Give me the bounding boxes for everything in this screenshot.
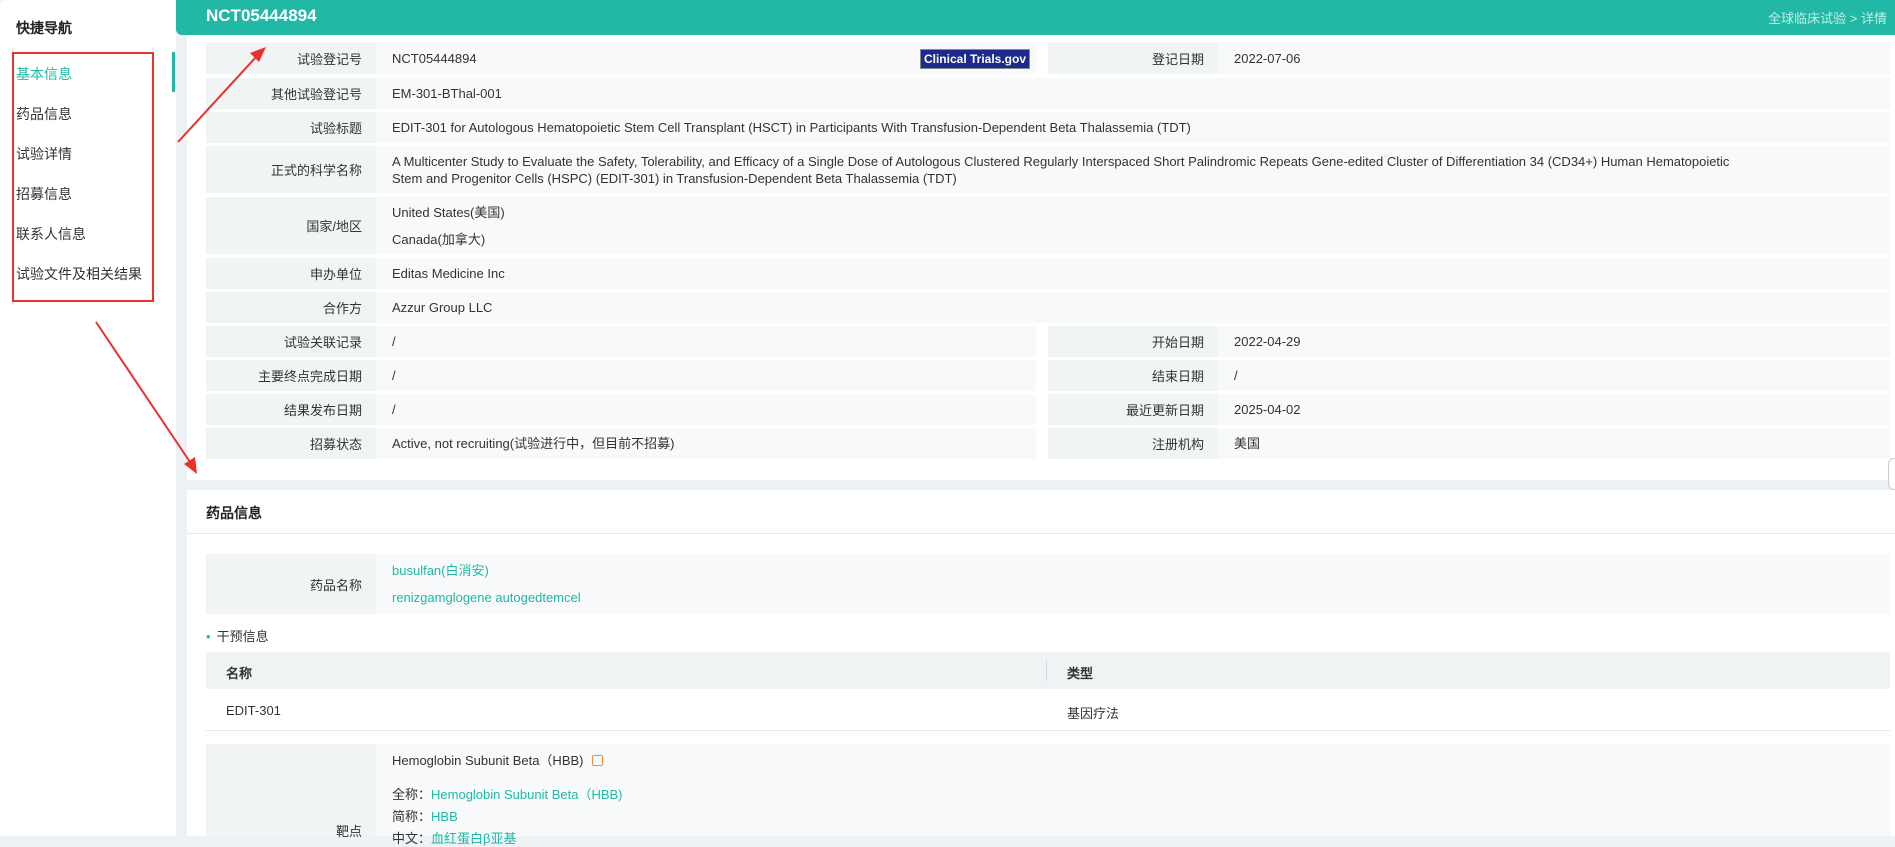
end-date-value: / [1218, 360, 1890, 391]
quick-nav-sidebar: 快捷导航 基本信息 药品信息 试验详情 招募信息 联系人信息 试验文件及相关结果 [0, 0, 176, 836]
trial-title-value: EDIT-301 for Autologous Hematopoietic St… [376, 112, 1890, 143]
cell-intervention-name: EDIT-301 [226, 703, 281, 718]
intervention-table-header: 名称 类型 [206, 652, 1890, 689]
country-us: United States(美国) [392, 204, 505, 220]
target-cn-link[interactable]: 血红蛋白β亚基 [431, 831, 516, 846]
last-update-label: 最近更新日期 [1048, 394, 1218, 425]
nav-item-recruitment-info[interactable]: 招募信息 [16, 184, 72, 204]
reg-date-label: 登记日期 [1048, 43, 1218, 74]
intervention-subtitle: • 干预信息 [206, 626, 269, 645]
country-value: United States(美国) Canada(加拿大) [376, 197, 1890, 254]
nav-item-trial-documents[interactable]: 试验文件及相关结果 [16, 264, 142, 284]
col-separator [1046, 660, 1047, 681]
sci-name-label: 正式的科学名称 [206, 146, 376, 193]
target-name-text: Hemoglobin Subunit Beta（HBB) [392, 753, 584, 768]
nav-item-contact-info[interactable]: 联系人信息 [16, 224, 86, 244]
drug-link-busulfan[interactable]: busulfan(白消安) [392, 562, 489, 579]
cell-intervention-type: 基因疗法 [1067, 706, 1120, 721]
drug-section-title: 药品信息 [206, 505, 262, 521]
registry-value: 美国 [1218, 428, 1890, 459]
side-scroll-handle[interactable] [1888, 458, 1895, 490]
result-date-label: 结果发布日期 [206, 394, 376, 425]
target-short-link[interactable]: HBB [431, 809, 458, 824]
start-date-label: 开始日期 [1048, 326, 1218, 357]
sci-name-value: A Multicenter Study to Evaluate the Safe… [376, 146, 1890, 193]
breadcrumb-current: 详情 [1860, 11, 1887, 26]
target-short-name: 简称：HBB [392, 806, 458, 825]
start-date-value: 2022-04-29 [1218, 326, 1890, 357]
breadcrumb-link-global-trials[interactable]: 全球临床试验 [1768, 11, 1846, 26]
country-canada: Canada(加拿大) [392, 231, 486, 247]
target-full-link[interactable]: Hemoglobin Subunit Beta（HBB) [431, 787, 623, 802]
related-record-label: 试验关联记录 [206, 326, 376, 357]
col-header-name: 名称 [226, 666, 253, 681]
recruit-status-label: 招募状态 [206, 428, 376, 459]
target-label-cell: 靶点 [206, 744, 376, 839]
header-bar: NCT05444894 全球临床试验 > 详情 [176, 0, 1895, 35]
page-title: NCT05444894 [206, 6, 317, 25]
nav-item-basic-info[interactable]: 基本信息 [16, 64, 72, 84]
end-date-label: 结束日期 [1048, 360, 1218, 391]
target-cn-label: 中文： [392, 831, 432, 846]
reg-no-label: 试验登记号 [206, 43, 376, 74]
result-date-value: / [376, 394, 1036, 425]
reg-date-value: 2022-07-06 [1218, 43, 1890, 74]
collaborator-value: Azzur Group LLC [376, 292, 1890, 323]
trial-title-label: 试验标题 [206, 112, 376, 143]
sci-name-line2: Stem and Progenitor Cells (HSPC) (EDIT-3… [392, 170, 957, 186]
table-row: EDIT-301 基因疗法 [206, 689, 1890, 731]
target-cn-name: 中文：血红蛋白β亚基 [392, 828, 517, 847]
intervention-subtitle-text: 干预信息 [216, 629, 269, 644]
sci-name-line1: A Multicenter Study to Evaluate the Safe… [392, 153, 1730, 169]
quick-nav-title: 快捷导航 [16, 20, 72, 36]
target-full-label: 全称： [392, 787, 432, 802]
col-header-type: 类型 [1067, 666, 1094, 681]
sponsor-label: 申办单位 [206, 258, 376, 289]
recruit-status-value: Active, not recruiting(试验进行中，但目前不招募) [376, 428, 1036, 459]
other-reg-no-value: EM-301-BThal-001 [376, 78, 1890, 109]
sponsor-value: Editas Medicine Inc [376, 258, 1890, 289]
collaborator-label: 合作方 [206, 292, 376, 323]
target-name: Hemoglobin Subunit Beta（HBB) [392, 750, 603, 769]
primary-completion-label: 主要终点完成日期 [206, 360, 376, 391]
bullet-dot-icon: • [206, 629, 211, 644]
other-reg-no-label: 其他试验登记号 [206, 78, 376, 109]
drug-name-value: busulfan(白消安) renizgamglogene autogedtem… [376, 554, 1890, 614]
nav-item-drug-info[interactable]: 药品信息 [16, 104, 72, 124]
related-record-value: / [376, 326, 1036, 357]
country-label: 国家/地区 [206, 197, 376, 254]
target-full-name: 全称：Hemoglobin Subunit Beta（HBB) [392, 784, 623, 803]
external-link-icon[interactable] [591, 755, 603, 766]
registry-label: 注册机构 [1048, 428, 1218, 459]
breadcrumb: 全球临床试验 > 详情 [1768, 8, 1887, 27]
breadcrumb-separator: > [1849, 11, 1858, 26]
section-divider [187, 533, 1895, 534]
nav-active-indicator [172, 52, 175, 92]
drug-name-label: 药品名称 [206, 554, 376, 614]
primary-completion-value: / [376, 360, 1036, 391]
drug-link-renizgamglogene[interactable]: renizgamglogene autogedtemcel [392, 589, 581, 606]
clinicaltrials-gov-badge[interactable]: Clinical Trials.gov [920, 49, 1030, 69]
target-short-label: 简称： [392, 809, 432, 824]
last-update-value: 2025-04-02 [1218, 394, 1890, 425]
target-label: 靶点 [335, 824, 362, 839]
nav-item-trial-details[interactable]: 试验详情 [16, 144, 72, 164]
